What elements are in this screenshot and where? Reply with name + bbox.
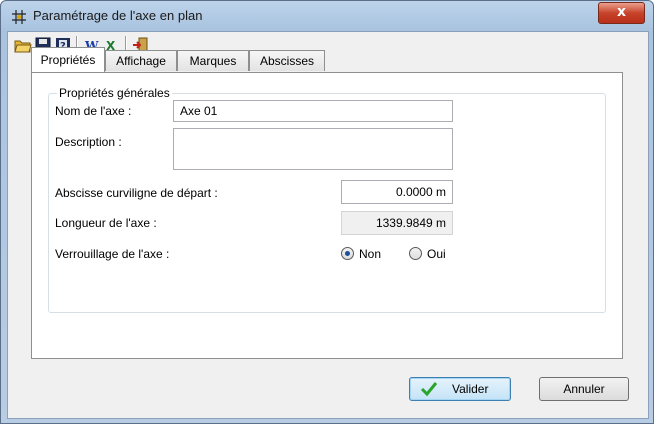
lock-non-radio[interactable] [341, 247, 354, 260]
tab-panel: Propriétés générales Nom de l'axe : Axe … [31, 72, 623, 359]
axis-name-field[interactable]: Axe 01 [173, 100, 453, 122]
dialog-window: Paramétrage de l'axe en plan x ? W [0, 0, 654, 424]
close-button[interactable]: x [598, 2, 645, 24]
description-label: Description : [55, 135, 122, 149]
tab-marques[interactable]: Marques [177, 50, 249, 71]
axis-lock-label: Verrouillage de l'axe : [55, 247, 170, 261]
checkmark-icon [420, 382, 438, 397]
folder-open-icon[interactable] [14, 36, 32, 54]
group-title: Propriétés générales [57, 86, 172, 100]
title-bar[interactable]: Paramétrage de l'axe en plan x [1, 1, 653, 31]
validate-button[interactable]: Valider [409, 377, 511, 401]
description-field[interactable] [173, 128, 453, 170]
axis-length-label: Longueur de l'axe : [55, 216, 157, 230]
axis-length-field: 1339.9849 m [341, 211, 453, 235]
lock-oui-radio[interactable] [409, 247, 422, 260]
cancel-button[interactable]: Annuler [539, 377, 629, 401]
tab-proprietes[interactable]: Propriétés [31, 47, 105, 72]
lock-oui-label[interactable]: Oui [427, 247, 446, 261]
start-abscissa-label: Abscisse curviligne de départ : [55, 186, 218, 200]
general-properties-group: Propriétés générales Nom de l'axe : Axe … [48, 86, 606, 313]
window-title: Paramétrage de l'axe en plan [33, 8, 203, 23]
start-abscissa-field[interactable]: 0.0000 m [341, 180, 453, 204]
validate-button-label: Valider [452, 382, 489, 396]
tab-affichage[interactable]: Affichage [105, 50, 177, 71]
lock-non-label[interactable]: Non [359, 247, 381, 261]
axis-grid-icon [12, 10, 26, 24]
tab-abscisses[interactable]: Abscisses [249, 50, 325, 71]
axis-name-label: Nom de l'axe : [55, 104, 132, 118]
